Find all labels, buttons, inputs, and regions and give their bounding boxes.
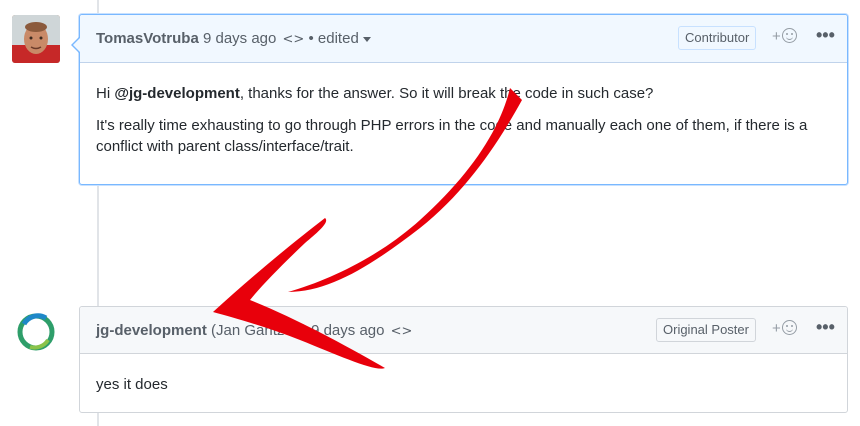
more-options-icon[interactable]: •••: [816, 25, 835, 46]
comment-paragraph: It's really time exhausting to go throug…: [96, 117, 808, 155]
text-span: Hi: [96, 85, 115, 102]
smiley-icon: [781, 320, 797, 335]
comment-header: TomasVotruba 9 days ago <> • edited Cont…: [80, 15, 847, 63]
edited-label: • edited: [308, 30, 359, 47]
comment-body: yes it does: [96, 374, 831, 395]
code-icon: <>: [390, 324, 413, 339]
text-span: , thanks for the answer. So it will brea…: [239, 85, 654, 102]
original-poster-badge: Original Poster: [656, 318, 756, 342]
timestamp-link[interactable]: 9 days ago: [203, 30, 276, 47]
contributor-badge: Contributor: [678, 26, 757, 50]
comment-tomasvotruba: TomasVotruba 9 days ago <> • edited Cont…: [71, 14, 848, 185]
plus-icon: +: [772, 320, 781, 337]
comment-paragraph: Hi @jg-development, thanks for the answe…: [96, 83, 831, 104]
comment-meta: jg-development (Jan Gantzert) 9 days ago…: [96, 322, 412, 339]
author-fullname: (Jan Gantzert): [211, 322, 307, 339]
author-link[interactable]: jg-development: [96, 322, 207, 339]
plus-icon: +: [772, 28, 781, 45]
mention-link[interactable]: @jg-development: [114, 85, 239, 102]
add-reaction-button[interactable]: +: [772, 28, 797, 45]
add-reaction-button[interactable]: +: [772, 320, 797, 337]
avatar-jg-development[interactable]: [16, 312, 56, 352]
comment-body: Hi @jg-development, thanks for the answe…: [96, 83, 831, 168]
author-link[interactable]: TomasVotruba: [96, 30, 199, 47]
timestamp-link[interactable]: 9 days ago: [311, 322, 384, 339]
comment-meta: TomasVotruba 9 days ago <> • edited: [96, 30, 371, 47]
more-options-icon[interactable]: •••: [816, 317, 835, 338]
chevron-down-icon: [362, 36, 371, 42]
avatar-tomasvotruba[interactable]: [12, 15, 60, 63]
code-icon: <>: [282, 32, 305, 47]
edited-dropdown[interactable]: • edited: [309, 30, 371, 47]
comment-header: jg-development (Jan Gantzert) 9 days ago…: [80, 307, 847, 354]
comment-jg-development: jg-development (Jan Gantzert) 9 days ago…: [79, 306, 848, 413]
comment-text: yes it does: [96, 376, 168, 393]
smiley-icon: [781, 28, 797, 43]
